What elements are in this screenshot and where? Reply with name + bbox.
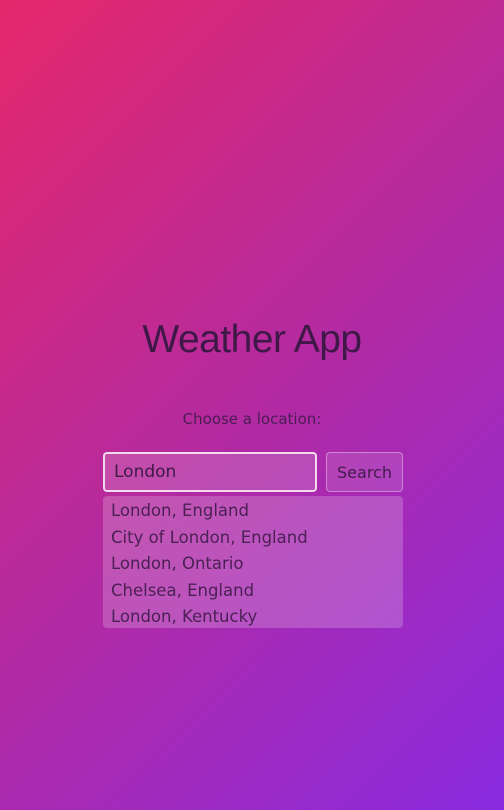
suggestion-item[interactable]: London, England	[103, 498, 403, 525]
weather-app-page: Weather App Choose a location: Search Lo…	[0, 0, 504, 810]
suggestion-item[interactable]: London, Ontario	[103, 551, 403, 578]
location-search-input[interactable]	[103, 452, 317, 492]
search-button[interactable]: Search	[326, 452, 403, 492]
location-suggestions-list: London, England City of London, England …	[103, 496, 403, 628]
location-prompt: Choose a location:	[182, 410, 322, 428]
suggestion-item[interactable]: City of London, England	[103, 525, 403, 552]
suggestion-item[interactable]: Chelsea, England	[103, 578, 403, 605]
suggestion-item[interactable]: London, Kentucky	[103, 604, 403, 631]
page-title: Weather App	[142, 318, 362, 361]
